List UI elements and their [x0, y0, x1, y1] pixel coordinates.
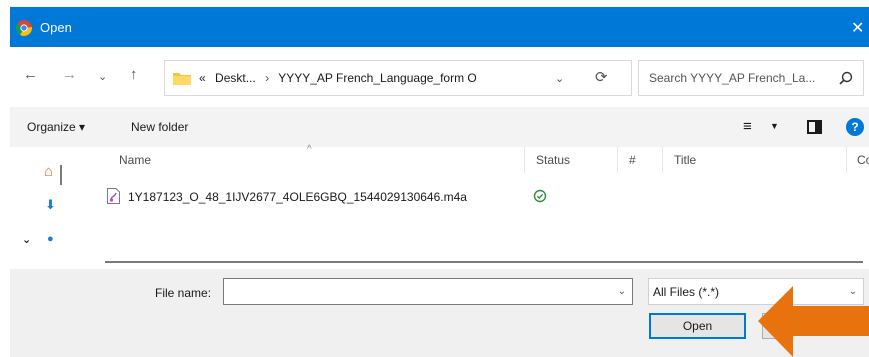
organize-button[interactable]: Organize ▾ — [27, 120, 85, 134]
navigation-pane: ⌂ ⬇ ⌄ ● — [10, 147, 72, 269]
column-status[interactable]: Status — [536, 153, 570, 167]
column-title[interactable]: Title — [674, 153, 696, 167]
search-icon[interactable] — [839, 71, 853, 85]
horizontal-scrollbar[interactable] — [105, 261, 863, 263]
list-item[interactable]: 1Y187123_O_48_1IJV2677_4OLE6GBQ_15440291… — [72, 185, 869, 209]
file-name-panel: File name: ⌄ All Files (*.*) ⌄ Open — [10, 269, 869, 357]
file-type-value: All Files (*.*) — [653, 285, 720, 299]
column-divider[interactable] — [524, 147, 525, 173]
preview-pane-icon[interactable] — [807, 120, 822, 134]
expand-chevron-icon[interactable]: ⌄ — [22, 233, 31, 246]
address-dropdown-chevron-icon[interactable]: ⌄ — [555, 72, 564, 85]
column-header-row: Name ^ Status # Title Cor — [72, 144, 869, 173]
folder-icon — [173, 73, 191, 85]
title-bar: Open ✕ — [10, 7, 869, 47]
column-divider[interactable] — [617, 147, 618, 173]
audio-file-icon — [107, 188, 120, 204]
column-number[interactable]: # — [629, 153, 636, 167]
file-list: Name ^ Status # Title Cor 1Y187123_O_48_… — [72, 144, 869, 269]
view-options-icon[interactable]: ≡ — [743, 118, 752, 135]
navigation-pane-scrollbar[interactable] — [60, 165, 62, 185]
check-circle-icon — [533, 189, 547, 203]
sort-ascending-icon: ^ — [307, 144, 312, 155]
search-input[interactable] — [639, 61, 829, 95]
up-arrow-icon[interactable]: ↑ — [130, 66, 138, 83]
search-box — [638, 60, 864, 96]
command-toolbar: Organize ▾ New folder ≡ ▼ ? — [10, 107, 869, 147]
file-name-combobox: ⌄ — [223, 278, 633, 305]
column-divider[interactable] — [846, 147, 847, 173]
breadcrumb-overflow[interactable]: « — [199, 71, 206, 85]
annotation-arrow-icon — [758, 286, 869, 357]
back-arrow-icon[interactable]: ← — [23, 66, 38, 83]
file-name-label: File name: — [155, 286, 212, 300]
cloud-icon[interactable]: ● — [47, 233, 54, 245]
column-contributing[interactable]: Cor — [857, 153, 869, 167]
column-divider[interactable] — [662, 147, 663, 173]
breadcrumb-separator[interactable]: › — [265, 71, 269, 85]
file-name-input[interactable] — [224, 279, 609, 304]
help-icon[interactable]: ? — [846, 118, 864, 136]
new-folder-button[interactable]: New folder — [131, 120, 188, 134]
navigation-row: ← → ⌄ ↑ « Deskt... › YYYY_AP French_Lang… — [10, 47, 869, 107]
chrome-icon — [16, 20, 32, 36]
file-name-dropdown-chevron-icon[interactable]: ⌄ — [618, 286, 626, 297]
refresh-icon[interactable]: ⟳ — [595, 68, 608, 86]
breadcrumb: « Deskt... › YYYY_AP French_Language_for… — [199, 71, 477, 85]
close-icon[interactable]: ✕ — [851, 18, 869, 38]
open-dialog: ← → ⌄ ↑ « Deskt... › YYYY_AP French_Lang… — [10, 47, 869, 357]
recent-locations-chevron-icon[interactable]: ⌄ — [98, 70, 107, 83]
download-icon[interactable]: ⬇ — [45, 197, 56, 213]
forward-arrow-icon[interactable]: → — [62, 66, 77, 83]
column-name[interactable]: Name — [119, 153, 151, 167]
window-title: Open — [40, 20, 72, 35]
address-bar[interactable]: « Deskt... › YYYY_AP French_Language_for… — [164, 60, 632, 96]
breadcrumb-current-folder[interactable]: YYYY_AP French_Language_form O — [278, 71, 477, 85]
breadcrumb-desktop[interactable]: Deskt... — [215, 71, 256, 85]
open-button[interactable]: Open — [649, 313, 746, 339]
view-dropdown-icon[interactable]: ▼ — [770, 121, 779, 131]
file-name[interactable]: 1Y187123_O_48_1IJV2677_4OLE6GBQ_15440291… — [128, 190, 467, 204]
home-icon[interactable]: ⌂ — [44, 163, 53, 180]
